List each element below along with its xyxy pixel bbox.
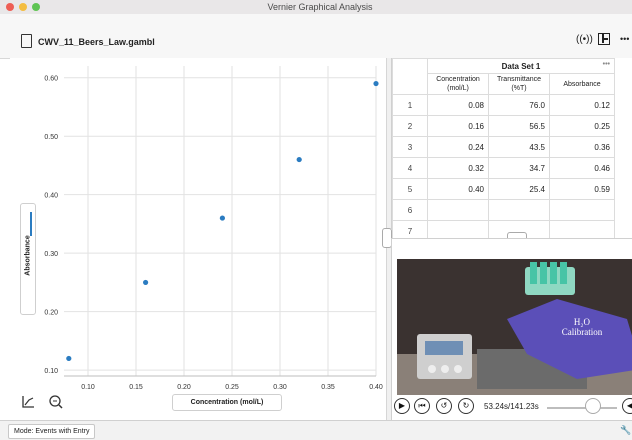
- graph-options-icon: [22, 396, 34, 408]
- table-row[interactable]: 2 0.16 56.5 0.25: [392, 115, 615, 137]
- column-header-absorbance[interactable]: Absorbance: [549, 73, 615, 95]
- y-tick-label: 0.40: [44, 193, 58, 200]
- data-point[interactable]: [66, 355, 72, 362]
- row-number: 4: [392, 157, 428, 179]
- table-cell[interactable]: 0.32: [427, 157, 489, 179]
- table-cell[interactable]: [488, 199, 550, 221]
- window-title: Vernier Graphical Analysis: [267, 2, 373, 12]
- magnifier-icon: [49, 395, 63, 409]
- table-cell[interactable]: 34.7: [488, 157, 550, 179]
- x-tick-label: 0.35: [321, 384, 335, 391]
- graph-options-button[interactable]: [20, 394, 36, 410]
- x-tick-label: 0.30: [273, 384, 287, 391]
- x-axis-label-box[interactable]: Concentration (mol/L): [172, 394, 282, 411]
- file-name: CWV_11_Beers_Law.gambl: [38, 37, 155, 47]
- y-tick-label: 0.30: [44, 251, 58, 258]
- table-cell[interactable]: 0.16: [427, 115, 489, 137]
- forward-icon: ↻: [462, 401, 470, 410]
- rewind-icon: ↺: [440, 401, 448, 410]
- table-cell[interactable]: 43.5: [488, 136, 550, 158]
- table-cell[interactable]: 0.59: [549, 178, 615, 200]
- table-row[interactable]: 6: [392, 199, 615, 221]
- zoom-button[interactable]: [48, 394, 64, 410]
- table-cell[interactable]: 0.08: [427, 94, 489, 116]
- table-cell[interactable]: 56.5: [488, 115, 550, 137]
- minimize-window-button[interactable]: [19, 3, 27, 11]
- rewind-button[interactable]: ↺: [436, 398, 452, 414]
- table-cell[interactable]: 0.36: [549, 136, 615, 158]
- table-row[interactable]: 1 0.08 76.0 0.12: [392, 94, 615, 116]
- video-scrubber-track[interactable]: [547, 407, 617, 409]
- close-window-button[interactable]: [6, 3, 14, 11]
- row-number: 2: [392, 115, 428, 137]
- graph-pane: 0.10 0.15 0.20 0.25 0.30 0.35 0.40 0.10 0.20 0.30…: [10, 58, 386, 414]
- table-row[interactable]: 4 0.32 34.7 0.46: [392, 157, 615, 179]
- skip-to-start-button[interactable]: ⏮: [414, 398, 430, 414]
- data-table-pane: Data Set 1 ••• Concentration (mol/L) Tra…: [391, 58, 632, 242]
- forward-button[interactable]: ↻: [458, 398, 474, 414]
- row-number: 6: [392, 199, 428, 221]
- toolbar: CWV_11_Beers_Law.gambl ((•)) •••: [0, 14, 632, 59]
- table-cell[interactable]: 0.25: [549, 115, 615, 137]
- wireless-sensor-icon: ((•)): [576, 34, 593, 45]
- column-header-transmittance[interactable]: Transmittance (%T): [488, 73, 550, 95]
- table-row[interactable]: 5 0.40 25.4 0.59: [392, 178, 615, 200]
- y-tick-label: 0.50: [44, 134, 58, 141]
- table-cell[interactable]: [427, 199, 489, 221]
- speaker-icon: ◀: [626, 401, 632, 410]
- data-point[interactable]: [373, 80, 379, 87]
- x-axis-label: Concentration (mol/L): [190, 399, 264, 406]
- column-header-concentration[interactable]: Concentration (mol/L): [427, 73, 489, 95]
- absorbance-chart[interactable]: 0.10 0.15 0.20 0.25 0.30 0.35 0.40 0.10 0.20 0.30…: [10, 58, 386, 414]
- x-tick-label: 0.25: [225, 384, 239, 391]
- row-number: 1: [392, 94, 428, 116]
- table-row[interactable]: 3 0.24 43.5 0.36: [392, 136, 615, 158]
- y-axis-label-box[interactable]: Absorbance: [20, 203, 36, 315]
- table-cell[interactable]: 0.24: [427, 136, 489, 158]
- title-bar: Vernier Graphical Analysis: [0, 0, 632, 14]
- row-number: 5: [392, 178, 428, 200]
- status-bar: Mode: Events with Entry 🔧: [0, 420, 632, 440]
- data-point[interactable]: [143, 279, 149, 286]
- document-icon: [21, 34, 32, 48]
- video-overlay-text: H₂O Calibration: [561, 317, 603, 337]
- video-pane: H₂O Calibration 53.24s/141.23s: [391, 238, 632, 425]
- y-tick-label: 0.10: [44, 368, 58, 375]
- volume-button[interactable]: ◀: [622, 398, 632, 414]
- x-tick-label: 0.40: [369, 384, 383, 391]
- table-cell[interactable]: [549, 199, 615, 221]
- dataset-more-button[interactable]: •••: [603, 60, 610, 69]
- row-number: 3: [392, 136, 428, 158]
- y-tick-label: 0.20: [44, 310, 58, 317]
- play-button[interactable]: ▶: [394, 398, 410, 414]
- dataset-title[interactable]: Data Set 1 •••: [427, 58, 615, 74]
- x-tick-label: 0.20: [177, 384, 191, 391]
- table-cell[interactable]: 76.0: [488, 94, 550, 116]
- data-point[interactable]: [219, 215, 225, 221]
- sensor-connection-button[interactable]: ((•)): [576, 34, 593, 45]
- layout-button[interactable]: [598, 33, 610, 45]
- data-table: Data Set 1 ••• Concentration (mol/L) Tra…: [392, 58, 615, 242]
- zoom-window-button[interactable]: [32, 3, 40, 11]
- video-scrubber-thumb[interactable]: [585, 398, 602, 414]
- data-point[interactable]: [296, 156, 302, 163]
- table-cell[interactable]: 0.12: [549, 94, 615, 116]
- app-window: Vernier Graphical Analysis CWV_11_Beers_…: [0, 0, 632, 440]
- y-tick-label: 0.60: [44, 76, 58, 83]
- mode-button[interactable]: Mode: Events with Entry: [8, 424, 96, 439]
- play-icon: ▶: [398, 401, 406, 410]
- video-time: 53.24s/141.23s: [484, 402, 539, 411]
- series-indicator: [30, 212, 32, 236]
- more-options-button[interactable]: •••: [620, 34, 629, 44]
- tools-icon[interactable]: 🔧: [620, 425, 631, 436]
- x-tick-label: 0.10: [81, 384, 95, 391]
- skip-start-icon: ⏮: [418, 401, 426, 410]
- table-cell[interactable]: 0.46: [549, 157, 615, 179]
- table-cell[interactable]: 0.40: [427, 178, 489, 200]
- table-cell[interactable]: 25.4: [488, 178, 550, 200]
- x-tick-label: 0.15: [129, 384, 143, 391]
